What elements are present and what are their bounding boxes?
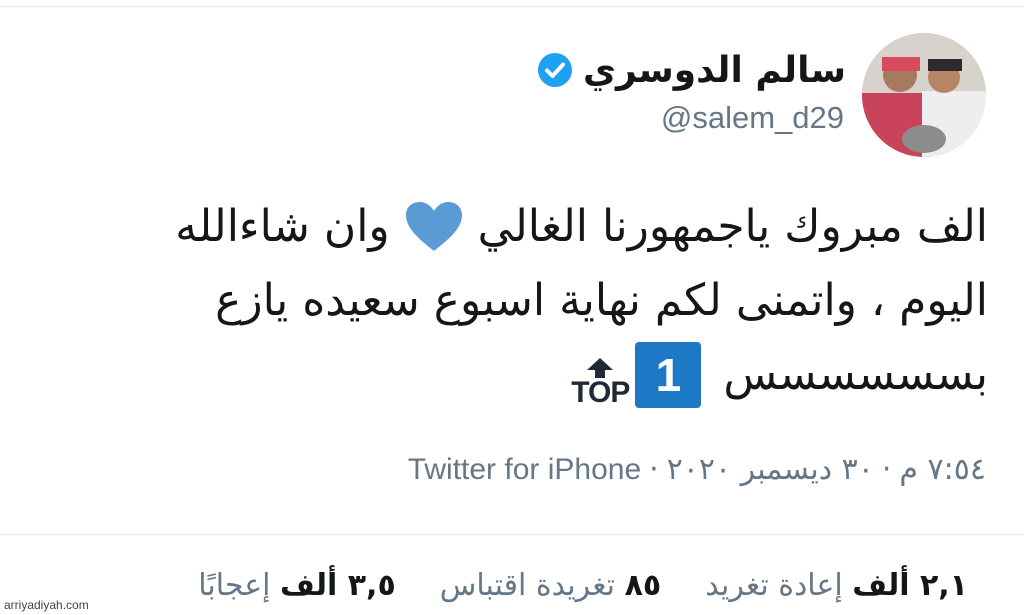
tweet-line-1-text: الف مبروك ياجمهورنا الغالي	[477, 201, 988, 252]
author-name[interactable]: سالم الدوسري	[583, 50, 846, 91]
tweet-line-2: اليوم ، واتمنى لكم نهاية اسبوع سعيده ياز…	[0, 264, 988, 338]
likes-stat[interactable]: ٣,٥ ألف إعجابًا	[198, 568, 396, 603]
tweet-time[interactable]: ٧:٥٤ م	[899, 452, 986, 487]
top-divider	[0, 6, 1024, 7]
tweet-line-3: بسسسسسس TOP 1	[0, 338, 988, 412]
tweet-line-1-end: وان شاءالله	[175, 201, 390, 252]
top-arrow-icon: TOP	[571, 358, 630, 409]
quote-tweets-count: ٨٥	[624, 568, 662, 603]
author-name-row: سالم الدوسري	[535, 44, 846, 96]
tweet-date[interactable]: ٣٠ ديسمبر ٢٠٢٠	[667, 452, 874, 487]
blue-heart-icon	[404, 201, 464, 253]
quote-tweets-stat[interactable]: ٨٥ تغريدة اقتباس	[440, 568, 661, 603]
tweet-line-2-text: اليوم ، واتمنى لكم نهاية اسبوع سعيده ياز…	[215, 275, 988, 326]
meta-separator-2: ·	[649, 452, 659, 487]
likes-count: ٣,٥ ألف	[280, 568, 396, 603]
verified-badge-icon	[535, 50, 575, 90]
retweets-stat[interactable]: ٢,١ ألف إعادة تغريد	[705, 568, 968, 603]
stats-divider	[0, 534, 1024, 535]
keycap-one-icon: 1	[635, 342, 702, 408]
avatar[interactable]	[862, 33, 986, 157]
engagement-stats: ٢,١ ألف إعادة تغريد ٨٥ تغريدة اقتباس ٣,٥…	[198, 568, 968, 603]
meta-separator-1: ·	[881, 452, 892, 487]
author-handle[interactable]: @salem_d29	[661, 100, 844, 136]
top-label: TOP	[571, 376, 630, 409]
tweet-line-3-text: بسسسسسس	[723, 349, 988, 400]
retweets-label: إعادة تغريد	[705, 568, 843, 603]
tweet-body: الف مبروك ياجمهورنا الغالي وان شاءالله ا…	[0, 190, 988, 412]
quote-tweets-label: تغريدة اقتباس	[439, 568, 616, 603]
tweet-line-1: الف مبروك ياجمهورنا الغالي وان شاءالله	[0, 190, 988, 264]
site-watermark: arriyadiyah.com	[4, 598, 89, 612]
top-emoji: TOP 1	[571, 342, 702, 409]
tweet-meta: ٧:٥٤ م · ٣٠ ديسمبر ٢٠٢٠ · Twitter for iP…	[408, 452, 986, 487]
tweet-source[interactable]: Twitter for iPhone	[408, 453, 641, 487]
likes-label: إعجابًا	[198, 568, 271, 603]
retweets-count: ٢,١ ألف	[852, 568, 968, 603]
